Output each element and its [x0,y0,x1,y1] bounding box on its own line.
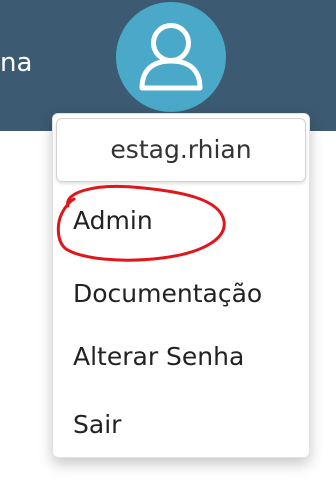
menu-item-admin[interactable]: Admin [73,204,153,238]
user-icon [139,23,203,91]
username-label: estag.rhian [56,118,306,182]
menu-item-change-password[interactable]: Alterar Senha [73,340,244,374]
nav-link-partial[interactable]: na [0,46,32,80]
top-navbar: na [0,0,336,131]
menu-item-logout[interactable]: Sair [73,408,121,442]
user-dropdown-menu: estag.rhian Admin Documentação Alterar S… [52,113,310,458]
user-avatar-button[interactable] [116,2,226,112]
menu-item-documentation[interactable]: Documentação [73,277,262,311]
